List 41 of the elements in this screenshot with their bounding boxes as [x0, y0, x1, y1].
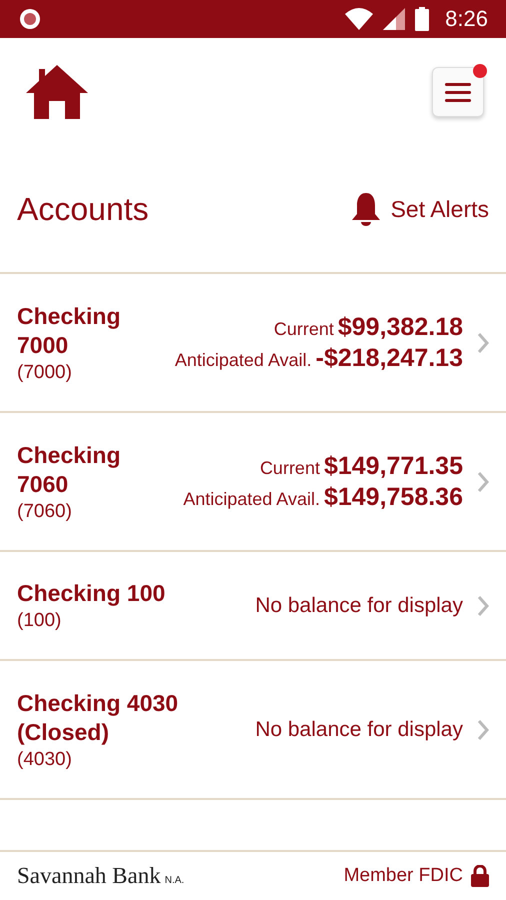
account-row[interactable]: Checking 7060 (7060) Current $149,771.35 Anticipated Avail. $149,758.36	[0, 413, 506, 552]
account-row[interactable]: Checking 100 (100) No balance for display	[0, 552, 506, 661]
balance-amount: $149,758.36	[324, 482, 463, 512]
bank-suffix: N.A.	[164, 874, 184, 886]
fdic-text: Member FDIC	[344, 865, 463, 887]
account-number: (100)	[17, 610, 62, 632]
menu-button[interactable]	[432, 67, 484, 117]
chevron-right-icon	[477, 594, 489, 616]
balance-label: Anticipated Avail.	[174, 350, 312, 370]
account-row[interactable]: Checking 7000 (7000) Current $99,382.18 Anticipated Avail. -$218,247.13	[0, 274, 506, 413]
balance-label: Anticipated Avail.	[183, 488, 320, 510]
clock-time: 8:26	[445, 6, 488, 32]
signal-icon	[383, 8, 406, 30]
account-number: (7060)	[17, 500, 73, 522]
chevron-right-icon	[477, 332, 489, 354]
record-icon	[18, 7, 42, 31]
balance-amount: $99,382.18	[338, 312, 463, 342]
balance-amount: -$218,247.13	[316, 344, 463, 372]
balance-label: Current	[274, 318, 334, 340]
chevron-right-icon	[477, 718, 489, 740]
battery-icon	[415, 7, 430, 31]
lock-icon	[471, 865, 489, 887]
bank-name: Savannah Bank	[17, 863, 161, 889]
wifi-icon	[345, 8, 374, 30]
account-number: (7000)	[17, 362, 73, 384]
home-icon[interactable]	[26, 65, 88, 119]
balance-amount: $149,771.35	[324, 452, 463, 480]
chevron-right-icon	[477, 470, 489, 492]
balance-label: Current	[260, 458, 320, 478]
account-name: Checking 4030 (Closed)	[17, 688, 180, 746]
account-name: Checking 7060	[17, 440, 122, 498]
balance-message: No balance for display	[255, 718, 463, 742]
account-name: Checking 100	[17, 579, 166, 608]
bell-icon	[350, 192, 381, 226]
page-title: Accounts	[17, 190, 149, 228]
set-alerts-link[interactable]: Set Alerts	[350, 192, 489, 226]
menu-icon	[445, 82, 471, 102]
balance-message: No balance for display	[255, 594, 463, 618]
account-row[interactable]: Checking 4030 (Closed) (4030) No balance for display	[0, 661, 506, 800]
account-name: Checking 7000	[17, 302, 122, 360]
account-number: (4030)	[17, 748, 73, 770]
